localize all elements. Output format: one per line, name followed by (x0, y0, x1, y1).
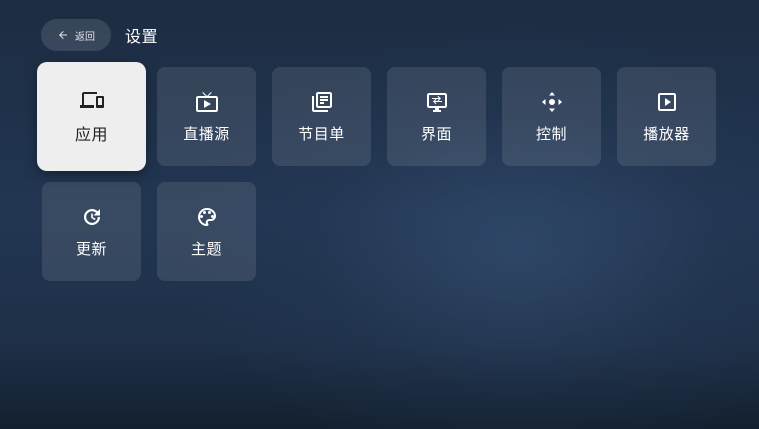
back-button-label: 返回 (75, 31, 95, 43)
tile-label: 节目单 (298, 124, 345, 143)
tile-live-source[interactable]: 直播源 (157, 67, 256, 166)
tile-epg[interactable]: 节目单 (272, 67, 371, 166)
page-title: 设置 (125, 27, 159, 46)
update-icon (83, 208, 100, 225)
tile-label: 播放器 (643, 124, 690, 143)
interface-icon (426, 92, 447, 112)
settings-screen: 返回 设置 应用 直播源 节目单 界面 控制 播放器 更新 主题 (0, 0, 759, 429)
tile-player[interactable]: 播放器 (617, 67, 716, 166)
play-box-icon (657, 92, 676, 111)
tile-label: 应用 (74, 125, 108, 144)
tile-interface[interactable]: 界面 (387, 67, 486, 166)
tile-label: 直播源 (183, 124, 230, 143)
tile-label: 更新 (75, 239, 107, 258)
palette-icon (197, 207, 216, 226)
tile-update[interactable]: 更新 (42, 182, 141, 281)
control-dpad-icon (541, 91, 562, 112)
library-books-icon (311, 91, 332, 112)
devices-icon (79, 92, 104, 108)
tile-label: 控制 (535, 124, 567, 143)
tile-label: 界面 (420, 124, 452, 143)
header: 返回 设置 (41, 19, 158, 51)
live-tv-icon (195, 91, 218, 112)
arrow-left-icon (59, 31, 67, 39)
tile-control[interactable]: 控制 (502, 67, 601, 166)
tile-label: 主题 (190, 239, 222, 258)
tile-theme[interactable]: 主题 (157, 182, 256, 281)
back-button[interactable]: 返回 (41, 19, 111, 51)
tile-app[interactable]: 应用 (37, 62, 146, 171)
